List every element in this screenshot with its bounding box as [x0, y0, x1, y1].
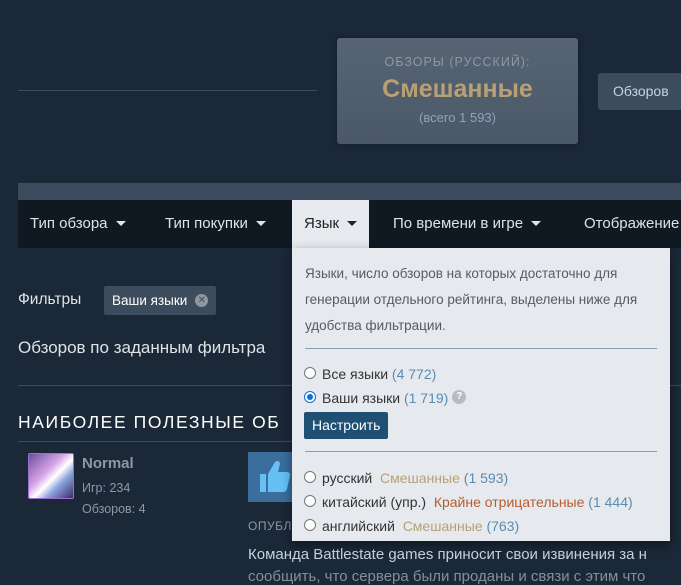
language-dropdown: Языки, число обзоров на которых достаточ…: [292, 248, 670, 541]
language-rating: Крайне отрицательные: [433, 494, 585, 510]
language-dropdown-description: Языки, число обзоров на которых достаточ…: [305, 266, 638, 333]
radio-language[interactable]: [304, 519, 316, 532]
thumbs-up-icon: [248, 452, 298, 502]
review-text: Команда Battlestate games приносит свои …: [248, 546, 647, 563]
language-name: китайский (упр.): [322, 494, 427, 510]
caret-down-icon: [531, 220, 542, 226]
caret-down-icon: [347, 220, 358, 226]
caret-down-icon: [255, 220, 266, 226]
review-summary-box: ОБЗОРЫ (РУССКИЙ): Смешанные (всего 1 593…: [337, 38, 578, 144]
language-option-chinese-simplified[interactable]: китайский (упр.) Крайне отрицательные (1…: [304, 494, 633, 510]
filter-purchase-type[interactable]: Тип покупки: [165, 200, 266, 248]
filter-review-type[interactable]: Тип обзора: [30, 200, 126, 248]
filter-chip-label: Ваши языки: [112, 293, 188, 308]
language-count: (763): [486, 518, 520, 534]
author-games-count: Игр: 234: [82, 481, 131, 495]
review-text-line2: сообщить, что сервера были проданы и свя…: [248, 568, 646, 585]
filters-label: Фильтры: [18, 291, 82, 308]
filter-playtime[interactable]: По времени в игре: [393, 200, 542, 248]
avatar[interactable]: [28, 453, 74, 499]
summary-total: (всего 1 593): [419, 110, 496, 125]
close-icon[interactable]: ✕: [195, 293, 209, 307]
summary-rating: Смешанные: [382, 75, 533, 103]
option-your-languages[interactable]: Ваши языки (1 719)?: [304, 390, 467, 406]
option-your-languages-label: Ваши языки: [322, 390, 401, 406]
language-option-russian[interactable]: русский Смешанные (1 593): [304, 470, 508, 486]
reviews-button[interactable]: Обзоров: [598, 73, 681, 110]
language-count: (1 444): [588, 494, 633, 510]
filter-bar-top-strip: [18, 183, 681, 200]
option-all-languages-count: (4 772): [391, 366, 437, 382]
filter-playtime-label: По времени в игре: [393, 215, 524, 232]
divider: [305, 348, 657, 349]
filter-purchase-type-label: Тип покупки: [165, 215, 248, 232]
filter-review-type-label: Тип обзора: [30, 215, 108, 232]
summary-caption: ОБЗОРЫ (РУССКИЙ):: [384, 55, 531, 69]
option-all-languages[interactable]: Все языки (4 772): [304, 366, 436, 382]
customize-button[interactable]: Настроить: [304, 412, 389, 439]
filter-display-label: Отображение: [584, 215, 680, 232]
radio-your-languages[interactable]: [304, 391, 316, 404]
option-your-languages-count: (1 719): [403, 390, 449, 406]
language-name: английский: [322, 518, 395, 534]
filtered-count-text: Обзоров по заданным фильтра: [18, 338, 266, 357]
filter-display[interactable]: Отображение: [584, 200, 679, 248]
radio-language[interactable]: [304, 495, 316, 508]
posted-date: ОПУБЛ: [248, 519, 292, 533]
top-divider: [18, 90, 317, 91]
section-title: НАИБОЛЕЕ ПОЛЕЗНЫЕ ОБ: [18, 412, 281, 432]
language-option-english[interactable]: английский Смешанные (763): [304, 518, 519, 534]
author-reviews-count[interactable]: Обзоров: 4: [82, 502, 146, 516]
language-name: русский: [322, 470, 373, 486]
radio-all-languages[interactable]: [304, 367, 316, 380]
caret-down-icon: [115, 220, 126, 226]
help-icon[interactable]: ?: [452, 390, 467, 405]
review-filter-bar: Тип обзора Тип покупки Язык По времени в…: [18, 200, 681, 248]
filter-chip-your-languages[interactable]: Ваши языки ✕: [104, 286, 217, 315]
divider: [305, 451, 657, 452]
option-all-languages-label: Все языки: [322, 366, 389, 382]
review-author[interactable]: Normal: [82, 455, 134, 472]
language-rating: Смешанные: [402, 518, 483, 534]
language-count: (1 593): [463, 470, 509, 486]
filter-language-label: Язык: [304, 215, 340, 232]
language-rating: Смешанные: [380, 470, 460, 486]
section-divider: [18, 441, 298, 442]
filter-language[interactable]: Язык: [292, 200, 370, 248]
radio-language[interactable]: [304, 471, 316, 484]
